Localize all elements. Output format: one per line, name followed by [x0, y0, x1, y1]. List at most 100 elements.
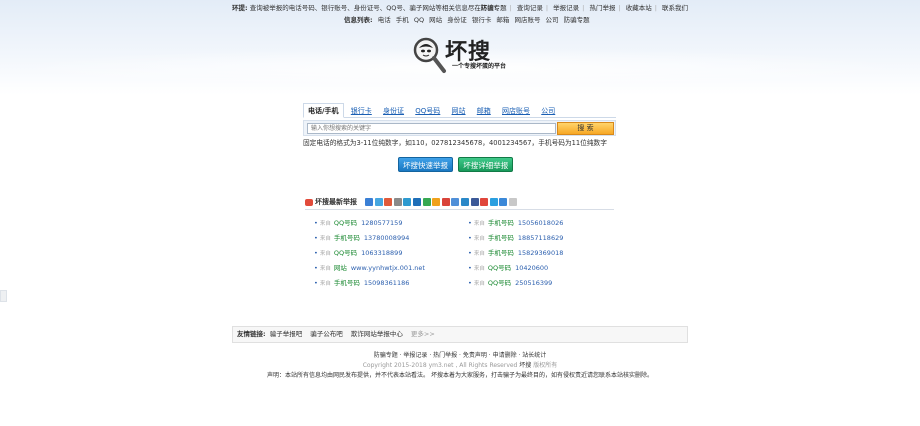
share-icon[interactable]: [384, 198, 393, 206]
tab-bank-card[interactable]: 银行卡: [347, 104, 376, 119]
share-icon[interactable]: [470, 198, 479, 206]
item-category[interactable]: 手机号码: [488, 219, 514, 227]
list-item[interactable]: • 来自 QQ号码 1280577159: [314, 216, 464, 231]
footer-links[interactable]: 防骗专题 · 举报记录 · 热门举报 · 免责声明 · 申请删除 · 站长统计: [232, 351, 688, 361]
nav-hot-reports[interactable]: 热门举报: [589, 4, 615, 12]
list-item[interactable]: • 来自 手机号码 15056018026: [468, 216, 618, 231]
info-link-phone[interactable]: 电话: [378, 16, 391, 24]
tab-id-card[interactable]: 身份证: [379, 104, 408, 119]
info-link-id-card[interactable]: 身份证: [447, 16, 467, 24]
item-value[interactable]: 10420600: [515, 264, 548, 272]
item-value[interactable]: 1063318899: [361, 249, 402, 257]
tip-title: 环提:: [232, 4, 248, 12]
item-value[interactable]: 1280577159: [361, 219, 402, 227]
share-icon[interactable]: [374, 198, 383, 206]
info-link-email[interactable]: 邮箱: [496, 16, 509, 24]
nav-fraud-topics[interactable]: 防骗专题: [481, 4, 507, 12]
list-item[interactable]: • 来自 QQ号码 250516399: [468, 276, 618, 291]
copyright-brand: 坏搜: [519, 362, 532, 369]
item-value[interactable]: 15056018026: [518, 219, 564, 227]
info-link-bank-card[interactable]: 银行卡: [472, 16, 492, 24]
friend-links-more[interactable]: 更多>>: [411, 330, 435, 338]
tab-shop-account[interactable]: 网店账号: [498, 104, 534, 119]
list-item[interactable]: • 来自 QQ号码 10420600: [468, 261, 618, 276]
item-category[interactable]: 手机号码: [334, 279, 360, 287]
info-link-website[interactable]: 网站: [429, 16, 442, 24]
info-link-qq[interactable]: QQ: [414, 16, 424, 24]
item-value[interactable]: 250516399: [515, 279, 552, 287]
tab-company[interactable]: 公司: [537, 104, 559, 119]
tab-website[interactable]: 网站: [448, 104, 470, 119]
share-icon[interactable]: [432, 198, 441, 206]
item-value[interactable]: 15829369018: [518, 249, 564, 257]
share-icon[interactable]: [489, 198, 498, 206]
share-icon[interactable]: [422, 198, 431, 206]
top-bar: 环提: 查询被举报的电话号码、银行账号、身份证号、QQ号、骗子网站等相关信息尽在…: [232, 3, 688, 13]
bullet-icon: •: [314, 234, 318, 242]
item-category[interactable]: QQ号码: [334, 249, 357, 257]
share-icon[interactable]: [508, 198, 517, 206]
item-category[interactable]: 网站: [334, 264, 347, 272]
search-panel: 电话/手机 银行卡 身份证 QQ号码 网站 邮箱 网店账号 公司 搜 索 固定电…: [303, 103, 616, 148]
info-link-fraud-topics[interactable]: 防骗专题: [564, 16, 590, 24]
item-value[interactable]: 15098361186: [364, 279, 410, 287]
bullet-icon: •: [314, 264, 318, 272]
item-value[interactable]: 18857118629: [518, 234, 564, 242]
share-icon[interactable]: [393, 198, 402, 206]
item-source: 来自: [473, 266, 485, 272]
friend-links-label: 友情链接:: [237, 330, 266, 338]
tab-email[interactable]: 邮箱: [473, 104, 495, 119]
item-category[interactable]: QQ号码: [488, 264, 511, 272]
bullet-icon: •: [468, 234, 472, 242]
search-tabs: 电话/手机 银行卡 身份证 QQ号码 网站 邮箱 网店账号 公司: [303, 103, 616, 118]
list-item[interactable]: • 来自 手机号码 15098361186: [314, 276, 464, 291]
item-category[interactable]: QQ号码: [488, 279, 511, 287]
footer-copyright: Copyright 2015-2018 ym3.net , All Rights…: [232, 361, 688, 371]
report-icon: [305, 199, 313, 206]
side-float-tab[interactable]: [0, 290, 7, 302]
latest-reports-title-text: 坏搜最新举报: [315, 198, 357, 206]
list-item[interactable]: • 来自 网站 www.yynhwtjx.001.net: [314, 261, 464, 276]
item-category[interactable]: 手机号码: [334, 234, 360, 242]
copyright-rights: 版权所有: [533, 362, 558, 369]
friend-link[interactable]: 欺诈网站举报中心: [351, 330, 403, 338]
share-icon[interactable]: [451, 198, 460, 206]
friend-link[interactable]: 骗子公布吧: [310, 330, 343, 338]
item-category[interactable]: 手机号码: [488, 249, 514, 257]
item-category[interactable]: 手机号码: [488, 234, 514, 242]
site-logo[interactable]: 坏搜 一个专搜坏蛋的平台: [412, 34, 522, 74]
friend-link[interactable]: 骗子举报吧: [270, 330, 303, 338]
item-category[interactable]: QQ号码: [334, 219, 357, 227]
item-source: 来自: [473, 251, 485, 257]
search-input[interactable]: [307, 123, 556, 134]
list-item[interactable]: • 来自 手机号码 13780008994: [314, 231, 464, 246]
logo-slogan: 一个专搜坏蛋的平台: [452, 63, 507, 70]
share-icon[interactable]: [460, 198, 469, 206]
share-icon[interactable]: [412, 198, 421, 206]
share-icon[interactable]: [480, 198, 489, 206]
list-item[interactable]: • 来自 手机号码 18857118629: [468, 231, 618, 246]
list-item[interactable]: • 来自 手机号码 15829369018: [468, 246, 618, 261]
nav-query-records[interactable]: 查询记录: [517, 4, 543, 12]
share-icon[interactable]: [441, 198, 450, 206]
tab-qq[interactable]: QQ号码: [411, 104, 444, 119]
share-icon[interactable]: [365, 198, 373, 206]
item-value[interactable]: 13780008994: [364, 234, 410, 242]
nav-contact[interactable]: 联系我们: [662, 4, 688, 12]
tab-phone-mobile[interactable]: 电话/手机: [303, 103, 344, 118]
nav-bookmark[interactable]: 收藏本站: [626, 4, 652, 12]
info-link-mobile[interactable]: 手机: [396, 16, 409, 24]
item-value[interactable]: www.yynhwtjx.001.net: [351, 264, 425, 272]
info-link-shop-account[interactable]: 网店账号: [514, 16, 540, 24]
info-link-company[interactable]: 公司: [546, 16, 559, 24]
nav-report-records[interactable]: 举报记录: [553, 4, 579, 12]
detailed-report-button[interactable]: 坏搜详细举报: [458, 157, 514, 172]
latest-reports-right-column: • 来自 手机号码 15056018026 • 来自 手机号码 18857118629 • 来自手…: [468, 216, 618, 291]
search-button[interactable]: 搜 索: [557, 122, 614, 135]
quick-report-button[interactable]: 坏搜快速举报: [398, 157, 453, 172]
share-icon[interactable]: [499, 198, 508, 206]
footer: 防骗专题 · 举报记录 · 热门举报 · 免责声明 · 申请删除 · 站长统计 …: [232, 351, 688, 381]
share-icon[interactable]: [403, 198, 412, 206]
list-item[interactable]: • 来自 QQ号码 1063318899: [314, 246, 464, 261]
latest-reports-left-column: • 来自 QQ号码 1280577159 • 来自 手机号码 13780008994 • 来自 QQ…: [314, 216, 464, 291]
